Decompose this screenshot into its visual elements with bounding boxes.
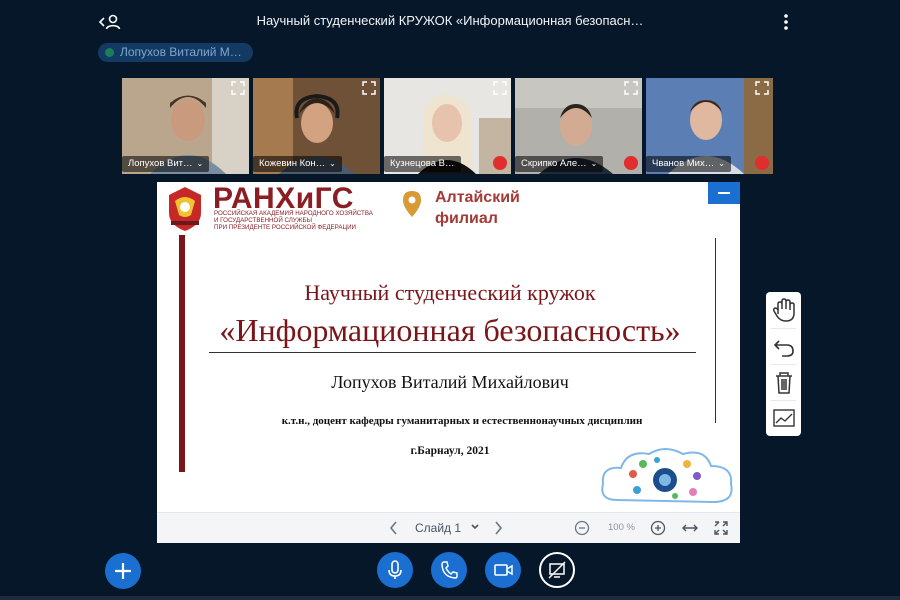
fit-width-icon <box>682 524 698 532</box>
polling-button[interactable] <box>766 401 801 436</box>
muted-mic-icon <box>624 156 638 170</box>
users-toggle-button[interactable] <box>98 12 122 32</box>
cloud-network-icon <box>601 448 733 504</box>
decorative-line <box>715 238 716 423</box>
meeting-title: Научный студенческий КРУЖОК «Информацион… <box>256 13 644 28</box>
participant-label: Лопухов Вит… <box>128 158 193 169</box>
fullscreen-icon[interactable] <box>231 81 245 95</box>
chevron-right-icon <box>495 521 503 535</box>
participant-label: Чванов Мих… <box>652 158 715 169</box>
org-full-name: РОССИЙСКАЯ АКАДЕМИЯ НАРОДНОГО ХОЗЯЙСТВА … <box>214 210 384 231</box>
hand-icon <box>772 298 795 322</box>
actions-button[interactable] <box>105 553 141 589</box>
minimize-presentation-button[interactable] <box>708 182 740 204</box>
options-button[interactable] <box>779 12 793 32</box>
participant-name[interactable]: Кожевин Кон… ⌄ <box>253 156 342 172</box>
slide-title: Научный студенческий кружок <box>304 280 596 305</box>
slide: РАНХиГС РОССИЙСКАЯ АКАДЕМИЯ НАРОДНОГО ХО… <box>157 182 740 512</box>
leave-audio-button[interactable] <box>431 552 467 588</box>
participant-label: Скрипко Але… <box>521 158 587 169</box>
org-line: И ГОСУДАРСТВЕННОЙ СЛУЖБЫ <box>214 217 312 224</box>
slide-subtitle: «Информационная безопасность» <box>219 312 681 348</box>
clear-annotations-button[interactable] <box>766 365 801 400</box>
chevron-down-icon: ⌄ <box>718 159 725 168</box>
participant-name[interactable]: Скрипко Але… ⌄ <box>515 156 604 172</box>
screen-share-off-icon <box>548 561 566 579</box>
more-vertical-icon <box>784 14 788 30</box>
annotation-toolbar <box>766 292 801 436</box>
video-tile[interactable]: Чванов Мих… ⌄ <box>646 78 773 174</box>
video-tile[interactable]: Скрипко Але… ⌄ <box>515 78 642 174</box>
phone-icon <box>441 561 458 579</box>
fullscreen-icon[interactable] <box>493 81 507 95</box>
microphone-icon <box>388 560 402 579</box>
fit-width-button[interactable] <box>682 513 698 543</box>
undo-button[interactable] <box>766 329 801 364</box>
location-pin-icon <box>403 191 421 217</box>
zoom-in-icon <box>650 520 666 536</box>
presentation-area: РАНХиГС РОССИЙСКАЯ АКАДЕМИЯ НАРОДНОГО ХО… <box>157 182 740 543</box>
camera-icon <box>494 564 513 576</box>
hand-tool-button[interactable] <box>766 292 801 327</box>
chevron-down-icon <box>471 524 479 530</box>
zoom-in-button[interactable] <box>650 513 666 543</box>
next-slide-button[interactable] <box>493 513 503 543</box>
muted-mic-icon <box>755 156 769 170</box>
talking-indicator-icon <box>105 48 114 57</box>
participant-name[interactable]: Чванов Мих… ⌄ <box>646 156 731 172</box>
zoom-out-button[interactable] <box>574 513 590 543</box>
ranepa-emblem-icon <box>169 187 201 231</box>
branch-line: филиал <box>435 210 498 227</box>
title-underline <box>209 352 696 353</box>
video-tile[interactable]: Лопухов Вит… ⌄ <box>122 78 249 174</box>
fullscreen-icon[interactable] <box>362 81 376 95</box>
chevron-down-icon: ⌄ <box>196 159 204 168</box>
video-tile[interactable]: Кожевин Кон… ⌄ <box>253 78 380 174</box>
video-tile[interactable]: Кузнецова В… <box>384 78 511 174</box>
fullscreen-icon[interactable] <box>624 81 638 95</box>
branch-line: Алтайский <box>435 189 520 206</box>
slide-degree: к.т.н., доцент кафедры гуманитарных и ес… <box>281 415 643 427</box>
chevron-down-icon: ⌄ <box>329 159 336 168</box>
zoom-out-icon <box>574 520 590 536</box>
participant-name[interactable]: Лопухов Вит… ⌄ <box>122 156 210 172</box>
slide-toolbar: Слайд 1 100 % <box>157 512 740 543</box>
slide-label: Слайд 1 <box>415 521 462 535</box>
trash-icon <box>776 372 792 394</box>
zoom-level: 100 % <box>608 522 635 533</box>
branch-name: Алтайский филиал <box>435 187 520 229</box>
participant-name[interactable]: Кузнецова В… <box>384 156 461 172</box>
microphone-button[interactable] <box>377 552 413 588</box>
top-bar: Научный студенческий КРУЖОК «Информацион… <box>0 0 900 44</box>
plus-icon <box>115 563 131 579</box>
decorative-bar <box>179 235 185 472</box>
presenter-badge[interactable]: Лопухов Виталий М… <box>98 43 253 62</box>
users-toggle-icon <box>98 14 121 30</box>
chevron-down-icon: ⌄ <box>590 159 598 168</box>
fullscreen-icon <box>714 521 728 535</box>
bottom-strip <box>0 596 900 600</box>
minus-icon <box>718 192 730 194</box>
fullscreen-button[interactable] <box>714 513 728 543</box>
participant-label: Кожевин Кон… <box>259 158 326 169</box>
org-line: РОССИЙСКАЯ АКАДЕМИЯ НАРОДНОГО ХОЗЯЙСТВА <box>214 210 373 217</box>
presenter-name: Лопухов Виталий М… <box>120 45 242 59</box>
fullscreen-icon[interactable] <box>755 81 769 95</box>
screen-share-button[interactable] <box>539 552 575 588</box>
camera-button[interactable] <box>485 552 521 588</box>
slide-author: Лопухов Виталий Михайлович <box>331 372 569 392</box>
undo-icon <box>773 340 794 357</box>
chart-icon <box>773 409 795 427</box>
org-line: ПРИ ПРЕЗИДЕНТЕ РОССИЙСКОЙ ФЕДЕРАЦИИ <box>214 224 356 231</box>
participant-label: Кузнецова В… <box>390 158 455 169</box>
muted-mic-icon <box>493 156 507 170</box>
prev-slide-button[interactable] <box>389 513 399 543</box>
chevron-left-icon <box>389 521 397 535</box>
slide-selector[interactable]: Слайд 1 <box>415 513 480 543</box>
